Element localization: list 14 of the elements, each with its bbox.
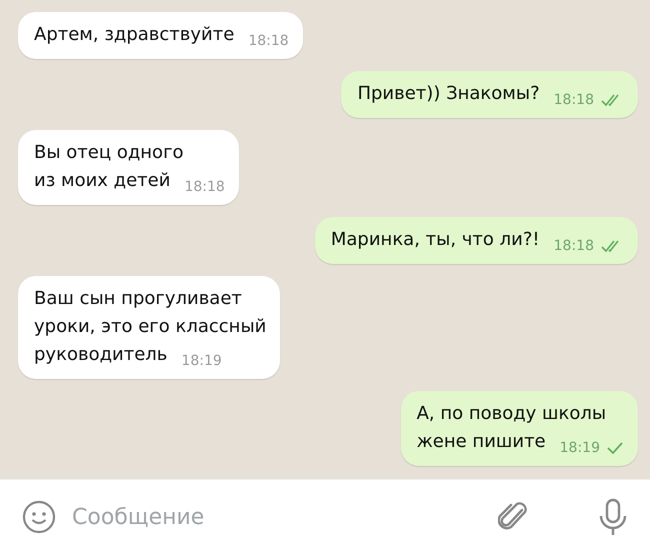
emoji-icon[interactable] xyxy=(22,500,56,534)
microphone-icon[interactable] xyxy=(598,498,628,536)
message-time: 18:19 xyxy=(560,439,600,458)
message-time: 18:18 xyxy=(554,91,594,110)
incoming-message: Ваш сын прогуливает уроки, это его классный руководитель 18:19 xyxy=(18,276,280,379)
outgoing-message: А, по поводу школы жене пишите 18:19 xyxy=(400,391,638,466)
message-time: 18:18 xyxy=(248,32,289,51)
message-time: 18:18 xyxy=(554,237,594,256)
message-time: 18:18 xyxy=(184,178,225,197)
incoming-message: Артем, здравствуйте 18:18 xyxy=(18,12,303,59)
outgoing-message: Маринка, ты, что ли?! 18:18 xyxy=(314,217,638,264)
incoming-message: Вы отец одного из моих детей 18:18 xyxy=(18,130,239,205)
message-time: 18:19 xyxy=(181,352,222,371)
outgoing-message: Привет)) Знакомы? 18:18 xyxy=(341,71,638,118)
